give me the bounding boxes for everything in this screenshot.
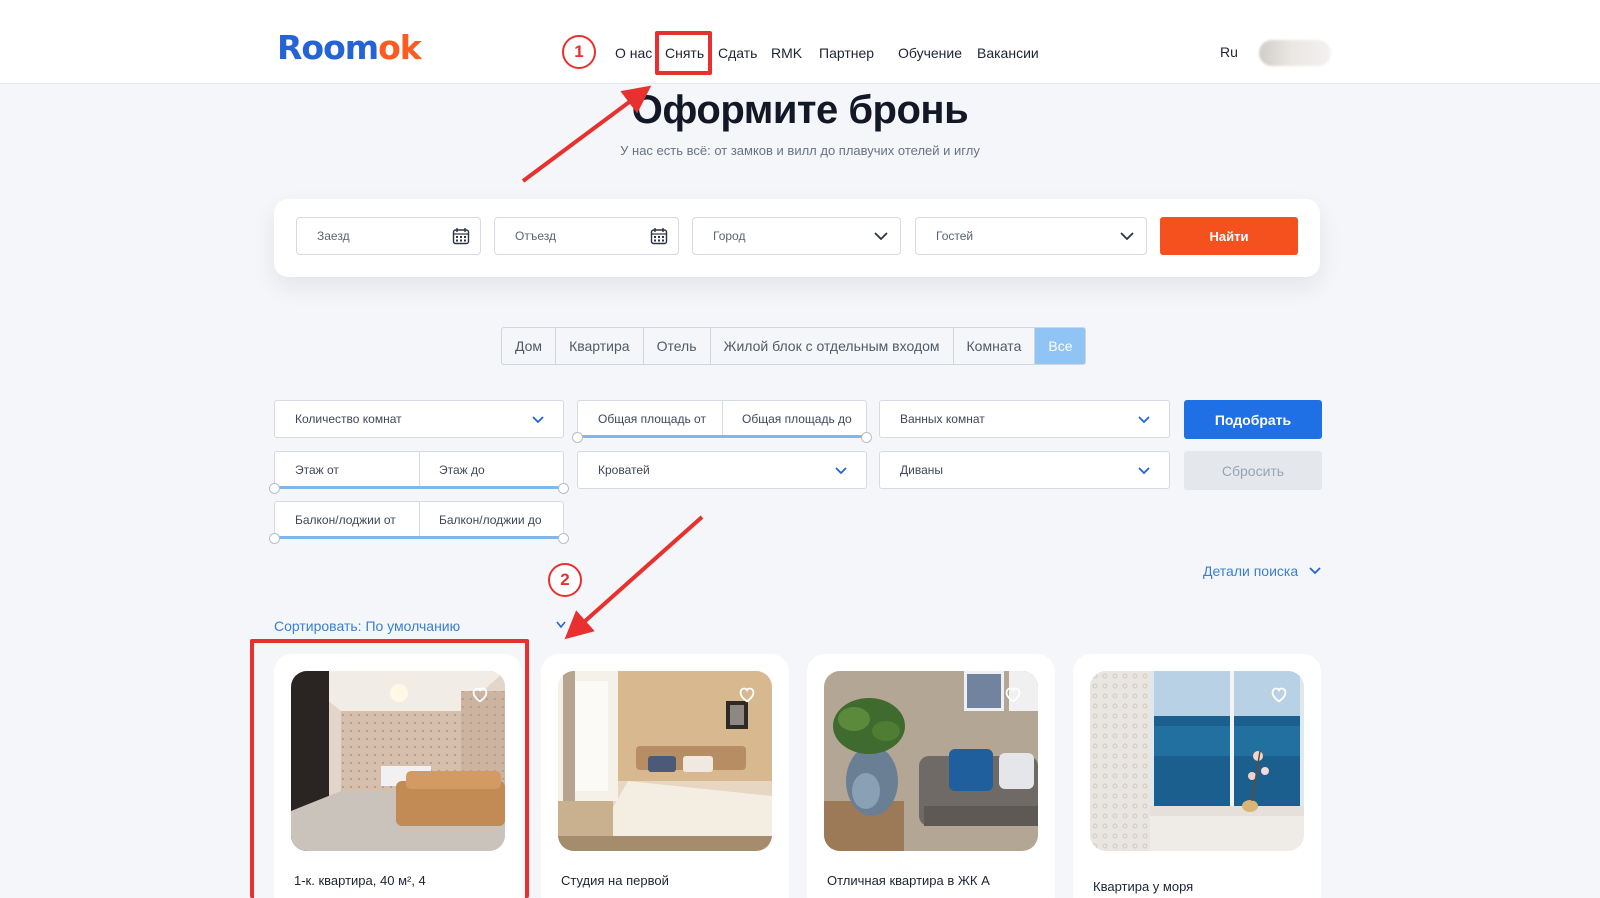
chevron-down-icon[interactable]: [555, 619, 567, 631]
listing-card[interactable]: Отличная квартира в ЖК А: [807, 654, 1055, 898]
floor-slider-min-handle[interactable]: [269, 483, 280, 494]
listing-photo[interactable]: [1090, 671, 1304, 851]
chevron-down-icon: [532, 416, 544, 424]
property-type-tabs: Дом Квартира Отель Жилой блок с отдельны…: [501, 327, 1087, 365]
listing-card[interactable]: Квартира у моря: [1073, 654, 1321, 898]
floor-from-input[interactable]: Этаж от: [275, 452, 339, 488]
calendar-icon: [650, 228, 668, 245]
floor-range[interactable]: Этаж от Этаж до: [269, 451, 569, 494]
tab-all[interactable]: Все: [1035, 328, 1086, 364]
page-subtitle: У нас есть всё: от замков и вилл до плав…: [620, 143, 980, 158]
tab-hotel[interactable]: Отель: [644, 328, 711, 364]
balcony-slider-max-handle[interactable]: [558, 533, 569, 544]
floor-to-input[interactable]: Этаж до: [419, 452, 485, 488]
listing-photo[interactable]: [824, 671, 1038, 851]
nav-partner[interactable]: Партнер: [819, 44, 874, 62]
floor-slider-max-handle[interactable]: [558, 483, 569, 494]
balcony-from-input[interactable]: Балкон/лоджии от: [275, 502, 396, 538]
logo[interactable]: Roomok: [277, 28, 422, 68]
nav-vacancies[interactable]: Вакансии: [977, 44, 1039, 62]
nav-rmk[interactable]: RMK: [771, 44, 802, 62]
page-title: Оформите бронь: [631, 88, 969, 132]
area-range[interactable]: Общая площадь от Общая площадь до: [572, 400, 872, 443]
balcony-to-input[interactable]: Балкон/лоджии до: [419, 502, 542, 538]
chevron-down-icon: [1120, 232, 1134, 241]
find-button[interactable]: Найти: [1160, 217, 1298, 255]
highlight-first-listing: [250, 639, 529, 898]
balcony-slider-track[interactable]: [275, 536, 563, 539]
listing-title[interactable]: Квартира у моря: [1093, 878, 1293, 896]
tab-apartment[interactable]: Квартира: [556, 328, 644, 364]
reset-button[interactable]: Сбросить: [1184, 451, 1322, 490]
listing-card[interactable]: Студия на первой: [541, 654, 789, 898]
site-header: Roomok О нас Снять Сдать RMK Партнер Обу…: [0, 0, 1600, 84]
step-1-marker: 1: [562, 35, 596, 69]
heart-icon[interactable]: [1268, 683, 1290, 705]
chevron-down-icon: [1309, 567, 1321, 575]
beds-select[interactable]: Кроватей: [577, 451, 867, 489]
area-slider-max-handle[interactable]: [861, 432, 872, 443]
city-select[interactable]: Город: [692, 217, 901, 255]
step-2-marker: 2: [548, 563, 582, 597]
chevron-down-icon: [874, 232, 888, 241]
arrow-to-listing: [564, 515, 704, 640]
listing-photo[interactable]: [558, 671, 772, 851]
floor-slider-track[interactable]: [275, 486, 563, 489]
balcony-slider-min-handle[interactable]: [269, 533, 280, 544]
nav-lease[interactable]: Сдать: [718, 44, 757, 62]
language-switch[interactable]: Ru: [1220, 44, 1238, 60]
chevron-down-icon: [1138, 467, 1150, 475]
area-slider-track[interactable]: [578, 435, 866, 438]
avatar[interactable]: [1259, 40, 1331, 66]
checkin-field[interactable]: Заезд: [296, 217, 481, 255]
listing-title[interactable]: Отличная квартира в ЖК А: [827, 872, 1027, 890]
area-to-input[interactable]: Общая площадь до: [722, 401, 852, 437]
guests-select[interactable]: Гостей: [915, 217, 1147, 255]
bathrooms-select[interactable]: Ванных комнат: [879, 400, 1170, 438]
booking-search-panel: Заезд Отъезд Город Гостей Найти: [274, 199, 1320, 277]
search-details-toggle[interactable]: Детали поиска: [1203, 563, 1322, 579]
tab-room[interactable]: Комната: [954, 328, 1036, 364]
tab-house[interactable]: Дом: [502, 328, 557, 364]
balcony-range[interactable]: Балкон/лоджии от Балкон/лоджии до: [269, 501, 569, 544]
checkout-field[interactable]: Отъезд: [494, 217, 679, 255]
area-slider-min-handle[interactable]: [572, 432, 583, 443]
pick-button[interactable]: Подобрать: [1184, 400, 1322, 439]
chevron-down-icon: [835, 467, 847, 475]
chevron-down-icon: [1138, 416, 1150, 424]
area-from-input[interactable]: Общая площадь от: [578, 401, 706, 437]
listing-title[interactable]: Студия на первой: [561, 872, 761, 890]
sort-select[interactable]: Сортировать: По умолчанию: [274, 618, 460, 634]
nav-education[interactable]: Обучение: [898, 44, 962, 62]
sofas-select[interactable]: Диваны: [879, 451, 1170, 489]
heart-icon[interactable]: [1002, 683, 1024, 705]
nav-about[interactable]: О нас: [615, 44, 652, 62]
calendar-icon: [452, 228, 470, 245]
highlight-rent-link: [655, 31, 712, 75]
annotation-arrows: [521, 85, 704, 640]
heart-icon[interactable]: [736, 683, 758, 705]
rooms-select[interactable]: Количество комнат: [274, 400, 564, 438]
tab-residential-block[interactable]: Жилой блок с отдельным входом: [711, 328, 954, 364]
